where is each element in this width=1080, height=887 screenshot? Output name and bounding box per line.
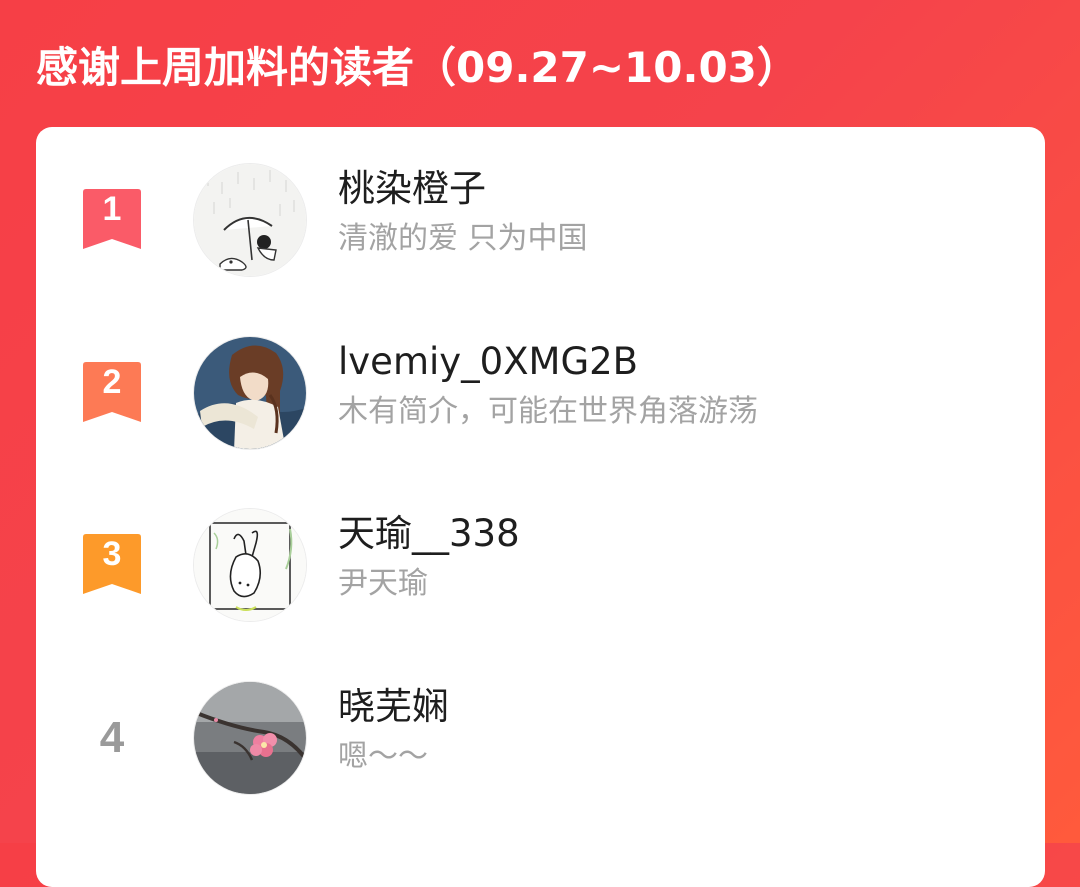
rank-badge-gold: 1	[83, 189, 141, 249]
rank-number: 3	[102, 535, 122, 573]
rank-number: 1	[102, 190, 122, 228]
reader-list-card: 1 桃染橙子 清澈的爱 只为中国 2 lvemiy_0XMG2B 木有简介，可能…	[36, 127, 1045, 887]
avatar[interactable]	[193, 681, 307, 795]
reader-name: 天瑜__338	[338, 512, 520, 555]
reader-bio: 尹天瑜	[338, 566, 428, 601]
reader-name: 桃染橙子	[338, 167, 486, 210]
plum-blossom-avatar-icon	[194, 682, 306, 794]
rank-number: 2	[102, 363, 122, 401]
anime-girl-avatar-icon	[194, 337, 306, 449]
reader-name: 晓芜娴	[338, 685, 449, 728]
list-item[interactable]: 4 晓芜娴 嗯～～	[36, 675, 1045, 805]
page-title: 感谢上周加料的读者（09.27~10.03）	[36, 43, 799, 92]
reader-bio: 嗯～～	[338, 739, 428, 774]
list-item[interactable]: 2 lvemiy_0XMG2B 木有简介，可能在世界角落游荡	[36, 330, 1045, 460]
avatar[interactable]	[193, 163, 307, 277]
avatar[interactable]	[193, 508, 307, 622]
rank-badge-bronze: 3	[83, 534, 141, 594]
rabbit-sketch-avatar-icon	[194, 509, 306, 621]
avatar[interactable]	[193, 336, 307, 450]
reader-name: lvemiy_0XMG2B	[338, 340, 639, 383]
list-item[interactable]: 3 天瑜__338 尹天瑜	[36, 502, 1045, 632]
reader-bio: 清澈的爱 只为中国	[338, 221, 588, 256]
reader-bio: 木有简介，可能在世界角落游荡	[338, 394, 758, 429]
rank-number: 4	[99, 713, 125, 762]
rank-badge-silver: 2	[83, 362, 141, 422]
umbrella-sketch-avatar-icon	[194, 164, 306, 276]
list-item[interactable]: 1 桃染橙子 清澈的爱 只为中国	[36, 157, 1045, 287]
